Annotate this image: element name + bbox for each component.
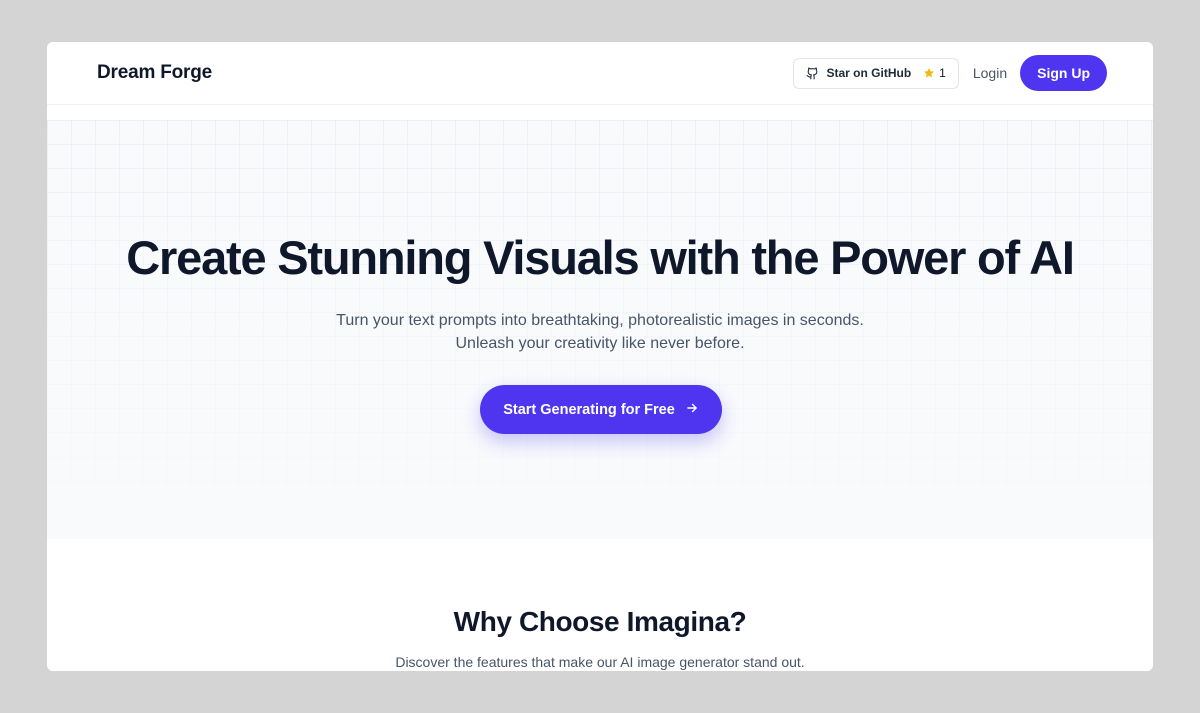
cta-label: Start Generating for Free [503, 401, 675, 418]
github-button-label: Star on GitHub [826, 66, 912, 80]
star-icon [923, 67, 935, 79]
sign-up-button[interactable]: Sign Up [1020, 55, 1107, 91]
github-icon [806, 67, 819, 80]
github-star-count: 1 [923, 66, 946, 80]
login-link[interactable]: Login [973, 61, 1007, 85]
hero-subtitle-line-2: Unleash your creativity like never befor… [455, 335, 745, 352]
hero-subtitle: Turn your text prompts into breathtaking… [47, 309, 1153, 355]
hero-title: Create Stunning Visuals with the Power o… [126, 231, 1075, 284]
star-count-value: 1 [939, 66, 946, 80]
hero-subtitle-line-1: Turn your text prompts into breathtaking… [336, 312, 864, 329]
site-header: Dream Forge Star on GitHub 1 Login Sign … [47, 42, 1153, 105]
browser-window: Dream Forge Star on GitHub 1 Login Sign … [47, 42, 1153, 671]
start-generating-button[interactable]: Start Generating for Free [480, 385, 722, 434]
why-choose-subtitle: Discover the features that make our AI i… [395, 654, 805, 670]
star-on-github-button[interactable]: Star on GitHub 1 [793, 57, 959, 89]
hero-section: Create Stunning Visuals with the Power o… [47, 120, 1153, 539]
brand-logo-text[interactable]: Dream Forge [97, 62, 212, 84]
header-nav: Star on GitHub 1 Login Sign Up [793, 55, 1107, 91]
why-choose-title: Why Choose Imagina? [453, 606, 747, 637]
arrow-right-icon [685, 401, 699, 419]
